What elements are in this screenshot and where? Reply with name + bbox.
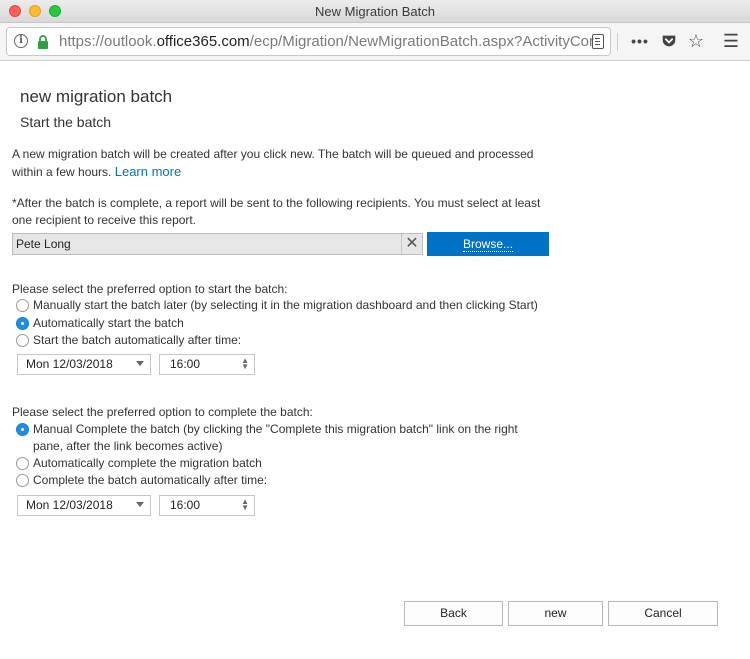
address-bar[interactable]: i https://outlook.office365.com/ecp/Migr… (6, 27, 611, 56)
toolbar-divider (617, 33, 618, 51)
spinner-arrows-icon[interactable]: ▲ ▼ (241, 498, 249, 512)
chevron-down-icon (136, 502, 144, 507)
radio-start-after-time[interactable] (16, 334, 29, 347)
clear-recipient-icon[interactable]: ✕ (401, 234, 422, 254)
radio-label: Automatically start the batch (33, 316, 184, 330)
reader-view-icon[interactable] (592, 34, 604, 49)
radio-label: Start the batch automatically after time… (33, 333, 242, 347)
step-title: Start the batch (20, 114, 112, 130)
complete-time-value: 16:00 (170, 498, 201, 512)
browse-label: Browse... (462, 237, 513, 252)
window-title: New Migration Batch (315, 4, 435, 19)
spinner-arrows-icon[interactable]: ▲ ▼ (241, 357, 249, 371)
radio-label: Manual Complete the batch (by clicking t… (33, 422, 518, 453)
radio-label: Automatically complete the migration bat… (33, 456, 262, 470)
page-actions-icon[interactable]: ••• (630, 31, 650, 51)
radio-label: Manually start the batch later (by selec… (33, 298, 538, 312)
complete-date-value: Mon 12/03/2018 (26, 498, 113, 512)
pocket-icon[interactable] (660, 32, 678, 50)
back-button[interactable]: Back (404, 601, 503, 626)
start-date-value: Mon 12/03/2018 (26, 357, 113, 371)
chevron-down-icon (136, 361, 144, 366)
info-icon[interactable]: i (14, 34, 28, 48)
lock-icon[interactable] (35, 34, 51, 50)
complete-date-select[interactable]: Mon 12/03/2018 (17, 495, 151, 516)
start-section-label: Please select the preferred option to st… (12, 282, 288, 296)
radio-manual-complete[interactable] (16, 423, 29, 436)
start-time-value: 16:00 (170, 357, 201, 371)
page-title: new migration batch (20, 87, 173, 106)
cancel-button[interactable]: Cancel (608, 601, 718, 626)
bookmark-star-icon[interactable]: ☆ (686, 31, 706, 51)
radio-manual-start[interactable] (16, 299, 29, 312)
recipient-field[interactable]: Pete Long ✕ (12, 233, 423, 255)
radio-complete-after-time[interactable] (16, 474, 29, 487)
intro-text: A new migration batch will be created af… (12, 147, 534, 179)
complete-section-label: Please select the preferred option to co… (12, 405, 313, 419)
radio-label: Complete the batch automatically after t… (33, 473, 268, 487)
page-content: new migration batch Start the batch A ne… (0, 62, 750, 659)
browser-toolbar: i https://outlook.office365.com/ecp/Migr… (0, 23, 750, 61)
recipient-name: Pete Long (16, 237, 71, 251)
start-time-stepper[interactable]: 16:00 ▲ ▼ (159, 354, 255, 375)
new-button[interactable]: new (508, 601, 603, 626)
complete-time-stepper[interactable]: 16:00 ▲ ▼ (159, 495, 255, 516)
window-titlebar: New Migration Batch (0, 0, 750, 23)
url-prefix: https://outlook. (59, 33, 157, 50)
start-date-select[interactable]: Mon 12/03/2018 (17, 354, 151, 375)
report-paragraph: *After the batch is complete, a report w… (12, 196, 541, 227)
url-host: office365.com (156, 33, 250, 50)
hamburger-menu-icon[interactable]: ☰ (721, 31, 741, 51)
url-text[interactable]: https://outlook.office365.com/ecp/Migrat… (59, 33, 594, 50)
learn-more-link[interactable]: Learn more (115, 164, 181, 179)
radio-automatic-complete[interactable] (16, 457, 29, 470)
url-path: /ecp/Migration/NewMigrationBatch.aspx?Ac… (249, 33, 594, 50)
browse-button[interactable]: Browse... (427, 232, 549, 256)
intro-paragraph: A new migration batch will be created af… (12, 146, 552, 181)
radio-automatic-start[interactable] (16, 317, 29, 330)
